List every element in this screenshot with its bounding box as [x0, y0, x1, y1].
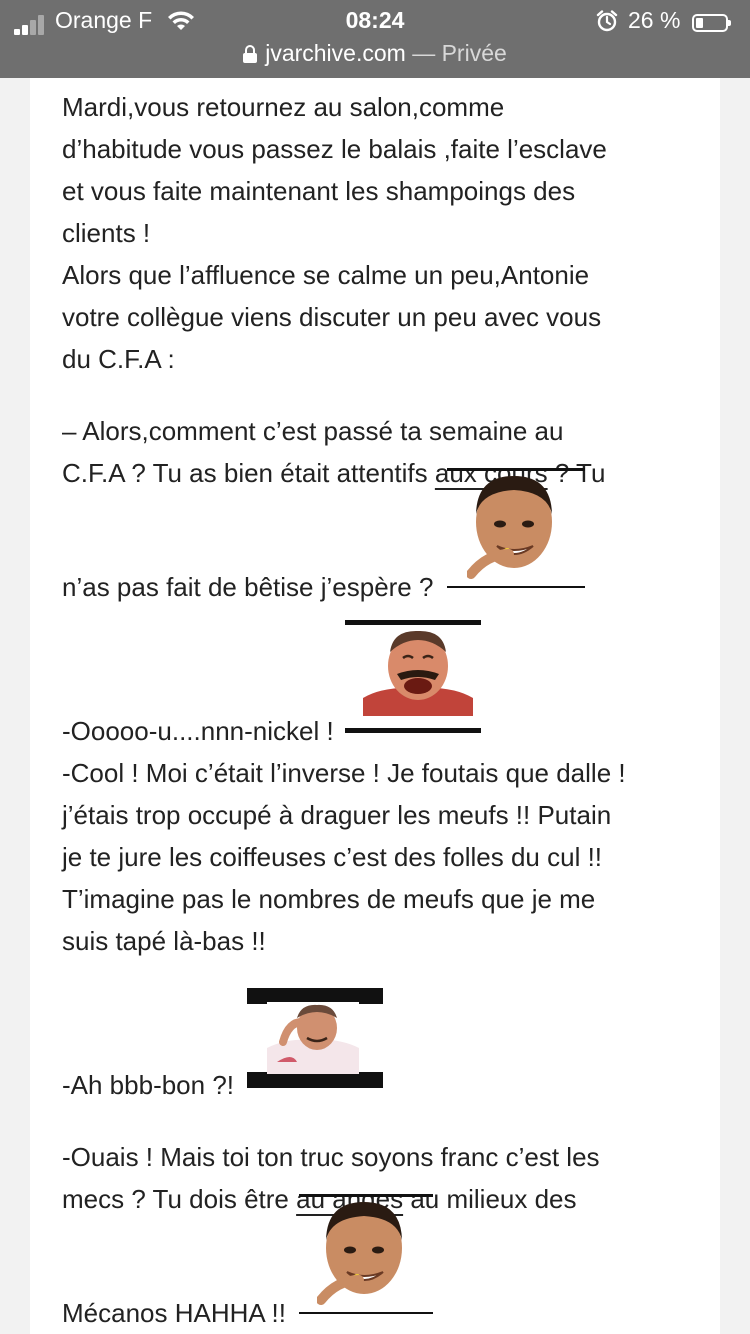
story-line: – Alors,comment c’est passé ta semaine a…: [62, 416, 564, 446]
private-mode-label: Privée: [441, 40, 507, 66]
story-line: n’as pas fait de bêtise j’espère ?: [62, 468, 702, 608]
url-separator: —: [405, 40, 442, 66]
battery-icon: [692, 14, 731, 32]
story-line: Mécanos HAHHA !!: [62, 1194, 702, 1334]
story-line: je te jure les coiffeuses c’est des foll…: [62, 842, 603, 872]
story-line: -Ah bbb-bon ?!: [62, 988, 702, 1106]
sticker-frame: [446, 468, 585, 471]
story-line: du C.F.A :: [62, 344, 175, 374]
story-line: clients !: [62, 218, 151, 248]
sticker-frame: [299, 1194, 434, 1197]
sticker-frame: [247, 1072, 384, 1088]
url-domain: jvarchive.com: [265, 40, 406, 66]
ronaldo-smirk-sticker: [317, 1202, 403, 1305]
status-bar: Orange F 08:24 26 % jvarchive.com — Priv…: [0, 0, 750, 78]
sticker-frame: [344, 728, 481, 733]
story-line: j’étais trop occupé à draguer les meufs …: [62, 800, 612, 830]
story-line: -Ooooo-u....nnn-nickel !: [62, 620, 702, 752]
story-line: suis tapé là-bas !!: [62, 926, 266, 956]
story-line: Alors que l’affluence se calme un peu,An…: [62, 260, 590, 290]
sticker-frame: [446, 586, 585, 588]
story-line: votre collègue viens discuter un peu ave…: [62, 302, 602, 332]
risitas-laugh-sticker: [362, 628, 473, 716]
alarm-clock-icon: [596, 10, 618, 32]
ronaldo-smirk-sticker: [466, 476, 552, 579]
story-line: -Ouais ! Mais toi ton truc soyons franc …: [62, 1142, 600, 1172]
story-line: d’habitude vous passez le balais ,faite …: [62, 134, 607, 164]
sticker-frame: [344, 620, 481, 625]
story-line: -Cool ! Moi c’était l’inverse ! Je fouta…: [62, 758, 626, 788]
story-line: et vous faite maintenant les shampoings …: [62, 176, 576, 206]
risitas-cry-sticker: [267, 1002, 360, 1074]
story-line: C.F.A ? Tu as bien était attentifs aux c…: [62, 458, 606, 488]
post-body: Mardi,vous retournez au salon,comme d’ha…: [62, 86, 702, 1334]
post-content-card: Mardi,vous retournez au salon,comme d’ha…: [30, 78, 720, 1334]
address-bar[interactable]: jvarchive.com — Privée: [0, 40, 750, 70]
story-line: T’imagine pas le nombres de meufs que je…: [62, 884, 596, 914]
battery-percentage: 26 %: [628, 7, 681, 33]
story-line: Mardi,vous retournez au salon,comme: [62, 92, 505, 122]
sticker-frame: [299, 1312, 434, 1314]
lock-icon: [243, 45, 258, 63]
